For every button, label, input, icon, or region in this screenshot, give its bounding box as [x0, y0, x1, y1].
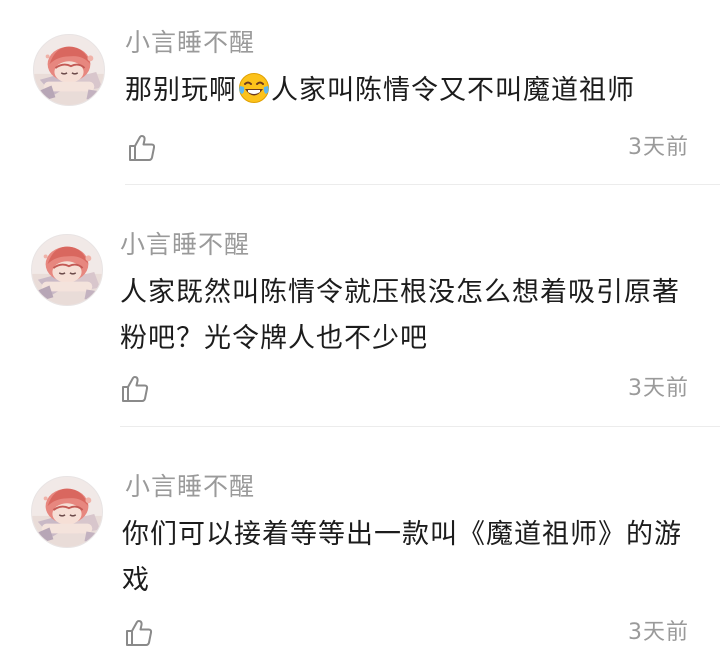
- username[interactable]: 小言睡不醒: [120, 230, 250, 260]
- avatar[interactable]: [33, 34, 105, 106]
- comment-text: 你们可以接着等等出一款叫《魔道祖师》的游戏: [122, 519, 682, 596]
- avatar[interactable]: [31, 234, 103, 306]
- comment-text: 那别玩啊 人家叫陈情令又不叫魔道祖师: [125, 68, 695, 114]
- avatar[interactable]: [31, 476, 103, 548]
- username[interactable]: 小言睡不醒: [125, 472, 255, 502]
- username[interactable]: 小言睡不醒: [125, 28, 255, 58]
- thumbs-up-icon[interactable]: [127, 133, 157, 163]
- comment-text-part: 人家叫陈情令又不叫魔道祖师: [271, 75, 635, 106]
- comment-text-part: 那别玩啊: [125, 75, 237, 106]
- comment-text: 人家既然叫陈情令就压根没怎么想着吸引原著粉吧？光令牌人也不少吧: [120, 277, 680, 354]
- divider: [125, 184, 720, 185]
- timestamp: 3天前: [628, 620, 689, 645]
- thumbs-up-icon[interactable]: [120, 374, 150, 404]
- comment-item: 小言睡不醒 人家既然叫陈情令就压根没怎么想着吸引原著粉吧？光令牌人也不少吧 3天…: [0, 186, 720, 428]
- comment-item: 小言睡不醒 你们可以接着等等出一款叫《魔道祖师》的游戏 3天前: [0, 428, 720, 656]
- timestamp: 3天前: [628, 135, 689, 160]
- divider: [120, 426, 720, 427]
- thumbs-up-icon[interactable]: [124, 618, 154, 648]
- timestamp: 3天前: [628, 376, 689, 401]
- comment-item: 小言睡不醒 那别玩啊 人家叫陈情令又不叫魔道祖师 3天前: [0, 0, 720, 186]
- face-with-tears-of-joy-emoji: [239, 73, 269, 103]
